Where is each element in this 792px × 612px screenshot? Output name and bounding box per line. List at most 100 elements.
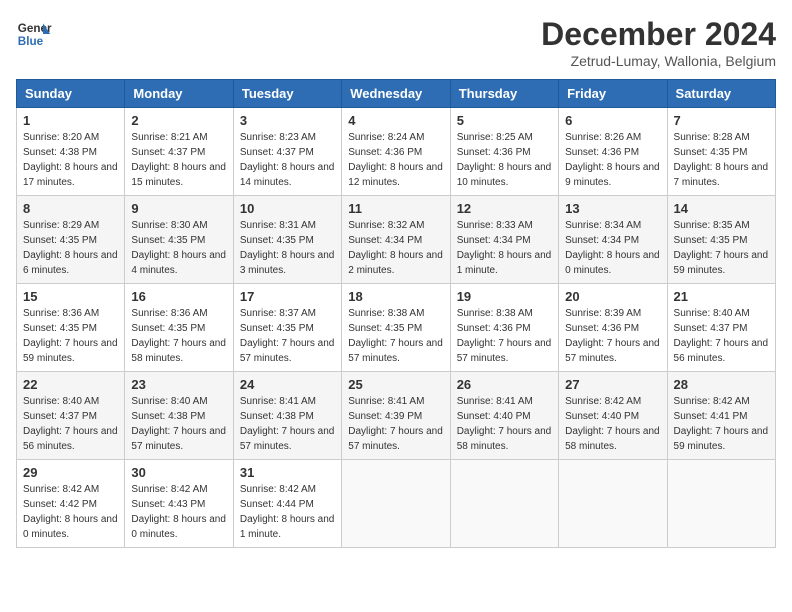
calendar-week-1: 1 Sunrise: 8:20 AM Sunset: 4:38 PM Dayli…	[17, 108, 776, 196]
day-number: 24	[240, 377, 335, 392]
daylight-label: Daylight: 7 hours and 59 minutes.	[674, 426, 769, 452]
day-info: Sunrise: 8:41 AM Sunset: 4:38 PM Dayligh…	[240, 394, 335, 454]
daylight-label: Daylight: 7 hours and 57 minutes.	[240, 426, 335, 452]
sunset-label: Sunset: 4:36 PM	[565, 147, 639, 158]
day-number: 16	[131, 289, 226, 304]
sunset-label: Sunset: 4:35 PM	[240, 235, 314, 246]
calendar-cell	[450, 460, 558, 548]
sunrise-label: Sunrise: 8:38 AM	[348, 308, 424, 319]
daylight-label: Daylight: 8 hours and 17 minutes.	[23, 162, 118, 188]
day-number: 11	[348, 201, 443, 216]
sunset-label: Sunset: 4:36 PM	[457, 323, 531, 334]
sunset-label: Sunset: 4:38 PM	[240, 411, 314, 422]
daylight-label: Daylight: 8 hours and 6 minutes.	[23, 250, 118, 276]
daylight-label: Daylight: 7 hours and 57 minutes.	[348, 338, 443, 364]
calendar-cell: 2 Sunrise: 8:21 AM Sunset: 4:37 PM Dayli…	[125, 108, 233, 196]
day-info: Sunrise: 8:42 AM Sunset: 4:42 PM Dayligh…	[23, 482, 118, 542]
sunrise-label: Sunrise: 8:30 AM	[131, 220, 207, 231]
calendar-cell	[342, 460, 450, 548]
day-info: Sunrise: 8:25 AM Sunset: 4:36 PM Dayligh…	[457, 130, 552, 190]
day-number: 27	[565, 377, 660, 392]
calendar-cell: 15 Sunrise: 8:36 AM Sunset: 4:35 PM Dayl…	[17, 284, 125, 372]
calendar-week-4: 22 Sunrise: 8:40 AM Sunset: 4:37 PM Dayl…	[17, 372, 776, 460]
day-info: Sunrise: 8:41 AM Sunset: 4:39 PM Dayligh…	[348, 394, 443, 454]
day-info: Sunrise: 8:40 AM Sunset: 4:37 PM Dayligh…	[674, 306, 769, 366]
day-info: Sunrise: 8:42 AM Sunset: 4:40 PM Dayligh…	[565, 394, 660, 454]
sunset-label: Sunset: 4:35 PM	[348, 323, 422, 334]
calendar-cell: 19 Sunrise: 8:38 AM Sunset: 4:36 PM Dayl…	[450, 284, 558, 372]
day-info: Sunrise: 8:30 AM Sunset: 4:35 PM Dayligh…	[131, 218, 226, 278]
svg-text:Blue: Blue	[18, 35, 44, 48]
sunset-label: Sunset: 4:38 PM	[23, 147, 97, 158]
calendar-cell: 7 Sunrise: 8:28 AM Sunset: 4:35 PM Dayli…	[667, 108, 775, 196]
header: General Blue December 2024 Zetrud-Lumay,…	[16, 16, 776, 69]
sunset-label: Sunset: 4:36 PM	[348, 147, 422, 158]
day-header-sunday: Sunday	[17, 80, 125, 108]
sunset-label: Sunset: 4:35 PM	[131, 235, 205, 246]
daylight-label: Daylight: 8 hours and 12 minutes.	[348, 162, 443, 188]
day-number: 7	[674, 113, 769, 128]
daylight-label: Daylight: 8 hours and 7 minutes.	[674, 162, 769, 188]
sunset-label: Sunset: 4:35 PM	[131, 323, 205, 334]
calendar-cell: 8 Sunrise: 8:29 AM Sunset: 4:35 PM Dayli…	[17, 196, 125, 284]
day-number: 30	[131, 465, 226, 480]
calendar-cell: 25 Sunrise: 8:41 AM Sunset: 4:39 PM Dayl…	[342, 372, 450, 460]
daylight-label: Daylight: 8 hours and 15 minutes.	[131, 162, 226, 188]
day-info: Sunrise: 8:36 AM Sunset: 4:35 PM Dayligh…	[131, 306, 226, 366]
calendar-cell: 24 Sunrise: 8:41 AM Sunset: 4:38 PM Dayl…	[233, 372, 341, 460]
day-number: 28	[674, 377, 769, 392]
sunrise-label: Sunrise: 8:38 AM	[457, 308, 533, 319]
daylight-label: Daylight: 7 hours and 56 minutes.	[23, 426, 118, 452]
calendar-week-3: 15 Sunrise: 8:36 AM Sunset: 4:35 PM Dayl…	[17, 284, 776, 372]
sunset-label: Sunset: 4:42 PM	[23, 499, 97, 510]
sunset-label: Sunset: 4:43 PM	[131, 499, 205, 510]
day-number: 19	[457, 289, 552, 304]
day-info: Sunrise: 8:21 AM Sunset: 4:37 PM Dayligh…	[131, 130, 226, 190]
sunset-label: Sunset: 4:37 PM	[674, 323, 748, 334]
day-header-wednesday: Wednesday	[342, 80, 450, 108]
daylight-label: Daylight: 7 hours and 59 minutes.	[674, 250, 769, 276]
sunrise-label: Sunrise: 8:21 AM	[131, 132, 207, 143]
day-info: Sunrise: 8:29 AM Sunset: 4:35 PM Dayligh…	[23, 218, 118, 278]
calendar-cell: 9 Sunrise: 8:30 AM Sunset: 4:35 PM Dayli…	[125, 196, 233, 284]
sunrise-label: Sunrise: 8:42 AM	[674, 396, 750, 407]
calendar-cell: 14 Sunrise: 8:35 AM Sunset: 4:35 PM Dayl…	[667, 196, 775, 284]
sunrise-label: Sunrise: 8:33 AM	[457, 220, 533, 231]
day-header-saturday: Saturday	[667, 80, 775, 108]
calendar-cell: 30 Sunrise: 8:42 AM Sunset: 4:43 PM Dayl…	[125, 460, 233, 548]
calendar-cell: 27 Sunrise: 8:42 AM Sunset: 4:40 PM Dayl…	[559, 372, 667, 460]
sunrise-label: Sunrise: 8:41 AM	[457, 396, 533, 407]
sunrise-label: Sunrise: 8:29 AM	[23, 220, 99, 231]
day-number: 29	[23, 465, 118, 480]
calendar-cell: 28 Sunrise: 8:42 AM Sunset: 4:41 PM Dayl…	[667, 372, 775, 460]
daylight-label: Daylight: 7 hours and 59 minutes.	[23, 338, 118, 364]
day-info: Sunrise: 8:28 AM Sunset: 4:35 PM Dayligh…	[674, 130, 769, 190]
calendar-cell: 17 Sunrise: 8:37 AM Sunset: 4:35 PM Dayl…	[233, 284, 341, 372]
sunrise-label: Sunrise: 8:25 AM	[457, 132, 533, 143]
day-info: Sunrise: 8:24 AM Sunset: 4:36 PM Dayligh…	[348, 130, 443, 190]
calendar-cell: 4 Sunrise: 8:24 AM Sunset: 4:36 PM Dayli…	[342, 108, 450, 196]
calendar-cell	[667, 460, 775, 548]
day-info: Sunrise: 8:40 AM Sunset: 4:38 PM Dayligh…	[131, 394, 226, 454]
day-number: 6	[565, 113, 660, 128]
sunset-label: Sunset: 4:35 PM	[23, 235, 97, 246]
month-title: December 2024	[541, 16, 776, 53]
sunrise-label: Sunrise: 8:23 AM	[240, 132, 316, 143]
sunrise-label: Sunrise: 8:37 AM	[240, 308, 316, 319]
calendar-cell: 13 Sunrise: 8:34 AM Sunset: 4:34 PM Dayl…	[559, 196, 667, 284]
sunset-label: Sunset: 4:41 PM	[674, 411, 748, 422]
day-number: 2	[131, 113, 226, 128]
day-info: Sunrise: 8:35 AM Sunset: 4:35 PM Dayligh…	[674, 218, 769, 278]
sunset-label: Sunset: 4:37 PM	[131, 147, 205, 158]
day-info: Sunrise: 8:42 AM Sunset: 4:43 PM Dayligh…	[131, 482, 226, 542]
day-number: 3	[240, 113, 335, 128]
daylight-label: Daylight: 8 hours and 4 minutes.	[131, 250, 226, 276]
sunrise-label: Sunrise: 8:40 AM	[674, 308, 750, 319]
day-number: 10	[240, 201, 335, 216]
sunset-label: Sunset: 4:35 PM	[23, 323, 97, 334]
sunset-label: Sunset: 4:36 PM	[457, 147, 531, 158]
calendar-week-5: 29 Sunrise: 8:42 AM Sunset: 4:42 PM Dayl…	[17, 460, 776, 548]
daylight-label: Daylight: 8 hours and 2 minutes.	[348, 250, 443, 276]
sunset-label: Sunset: 4:34 PM	[348, 235, 422, 246]
day-info: Sunrise: 8:39 AM Sunset: 4:36 PM Dayligh…	[565, 306, 660, 366]
